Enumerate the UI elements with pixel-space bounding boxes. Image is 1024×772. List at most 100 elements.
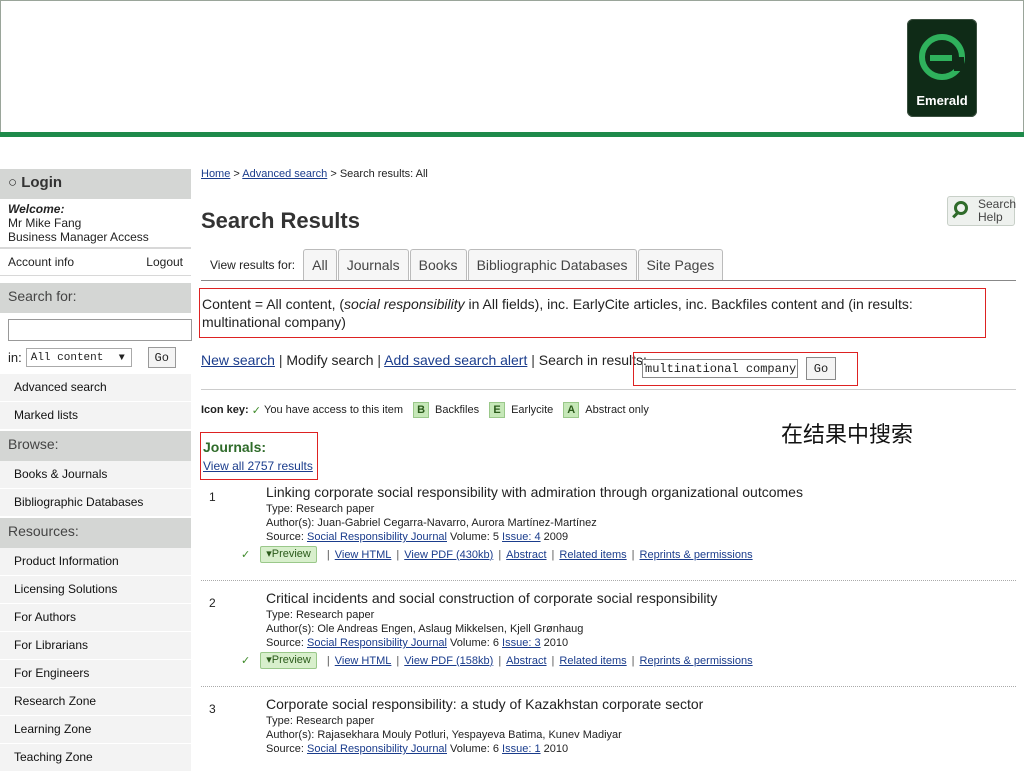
tab-site-pages[interactable]: Site Pages [637,249,724,280]
source-label: Source: [266,637,304,649]
result-divider [201,580,1016,581]
result-source: Source: Social Responsibility Journal Vo… [266,637,568,650]
view-html-link[interactable]: View HTML [335,655,392,667]
icon-key-access: You have access to this item [264,404,404,416]
result-type: Type: Research paper [266,609,375,621]
source-label: Source: [266,743,304,755]
breadcrumb-separator: > [230,168,243,180]
related-items-link[interactable]: Related items [559,655,626,667]
divider [201,389,1016,390]
emerald-logo[interactable]: Emerald [907,19,977,117]
journal-link[interactable]: Social Responsibility Journal [307,637,447,649]
account-info-link[interactable]: Account info [8,255,74,269]
chevron-down-icon: ▼ [118,353,125,364]
emerald-swirl-icon [919,34,965,80]
year-text: 2010 [540,743,569,755]
result-title[interactable]: Linking corporate social responsibility … [266,484,803,500]
preview-button[interactable]: ▾Preview [260,546,317,563]
login-header[interactable]: ○ Login [0,168,191,199]
sidebar-item-research-zone[interactable]: Research Zone [0,688,191,716]
journal-link[interactable]: Social Responsibility Journal [307,531,447,543]
view-pdf-link[interactable]: View PDF (430kb) [404,549,493,561]
reprints-permissions-link[interactable]: Reprints & permissions [640,655,753,667]
sidebar-item-licensing-solutions[interactable]: Licensing Solutions [0,576,191,604]
sidebar-item-marked-lists[interactable]: Marked lists [0,402,191,430]
sidebar-search-input[interactable] [8,319,192,341]
volume-text: Volume: 5 [447,531,503,543]
backfiles-badge-icon: B [413,402,430,418]
in-label: in: [8,350,22,365]
icon-key-earlycite: Earlycite [511,404,554,416]
result-source: Source: Social Responsibility Journal Vo… [266,531,568,544]
search-in-results-go-button[interactable]: Go [806,357,836,380]
sidebar-item-advanced-search[interactable]: Advanced search [0,374,191,402]
result-title[interactable]: Critical incidents and social constructi… [266,590,717,606]
main-content: Home > Advanced search > Search results:… [199,168,1016,755]
breadcrumb: Home > Advanced search > Search results:… [201,168,1016,180]
source-label: Source: [266,531,304,543]
result-type: Type: Research paper [266,715,375,727]
breadcrumb-home-link[interactable]: Home [201,168,230,180]
breadcrumb-advanced-search-link[interactable]: Advanced search [242,168,327,180]
header-band: Emerald [0,0,1024,133]
sidebar-item-bibliographic-databases[interactable]: Bibliographic Databases [0,489,191,517]
icon-key-backfiles: Backfiles [435,404,480,416]
sidebar: ○ Login Welcome: Mr Mike Fang Business M… [0,168,192,772]
modify-search-link[interactable]: Modify search [286,352,373,368]
result-links: ✓ ▾Preview | View HTML | View PDF (430kb… [241,546,753,563]
result-number: 1 [209,490,216,504]
earlycite-badge-icon: E [489,402,506,418]
results-tabs: View results for: All Journals Books Bib… [201,248,1016,281]
result-links: ✓ ▾Preview | View HTML | View PDF (158kb… [241,652,753,669]
tab-books[interactable]: Books [409,249,467,280]
result-authors: Author(s): Juan-Gabriel Cegarra-Navarro,… [266,517,597,529]
welcome-box: Welcome: Mr Mike Fang Business Manager A… [0,199,191,248]
add-saved-search-alert-link[interactable]: Add saved search alert [384,352,527,368]
breadcrumb-separator: > [327,168,340,180]
result-title[interactable]: Corporate social responsibility: a study… [266,696,703,712]
annotation-note: 在结果中搜索 [781,423,914,448]
journals-box: Journals: View all 2757 results [200,432,318,480]
tab-all[interactable]: All [303,249,337,280]
result-type: Type: Research paper [266,503,375,515]
view-all-results-link[interactable]: View all 2757 results [203,459,313,473]
reprints-permissions-link[interactable]: Reprints & permissions [640,549,753,561]
tab-bibliographic-databases[interactable]: Bibliographic Databases [467,249,637,280]
tab-journals[interactable]: Journals [337,249,409,280]
sidebar-item-for-librarians[interactable]: For Librarians [0,632,191,660]
view-html-link[interactable]: View HTML [335,549,392,561]
scope-select[interactable]: All content ▼ [25,348,132,367]
user-name: Mr Mike Fang [8,216,82,230]
icon-key-label: Icon key: [201,404,249,416]
abstract-link[interactable]: Abstract [506,549,546,561]
search-in-results-label: Search in results: [538,352,647,368]
issue-link[interactable]: Issue: 3 [502,637,541,649]
sidebar-item-for-engineers[interactable]: For Engineers [0,660,191,688]
sidebar-go-button[interactable]: Go [147,347,176,368]
related-items-link[interactable]: Related items [559,549,626,561]
issue-link[interactable]: Issue: 4 [502,531,541,543]
sidebar-item-for-authors[interactable]: For Authors [0,604,191,632]
search-actions: New search | Modify search | Add saved s… [201,352,647,368]
search-help-button[interactable]: Search Help [947,196,1016,226]
sidebar-item-learning-zone[interactable]: Learning Zone [0,716,191,744]
year-text: 2010 [540,637,569,649]
access-check-icon: ✓ [241,655,251,667]
account-row: Account info Logout [0,248,191,276]
journal-link[interactable]: Social Responsibility Journal [307,743,447,755]
login-circle-icon: ○ [8,174,18,191]
view-pdf-link[interactable]: View PDF (158kb) [404,655,493,667]
logout-link[interactable]: Logout [146,255,183,269]
sidebar-item-product-information[interactable]: Product Information [0,548,191,576]
search-in-results-input[interactable]: multinational company [642,359,798,378]
new-search-link[interactable]: New search [201,352,275,368]
result-authors: Author(s): Rajasekhara Mouly Potluri, Ye… [266,729,622,741]
access-check-icon: ✓ [251,404,261,417]
result-number: 3 [209,702,216,716]
abstract-link[interactable]: Abstract [506,655,546,667]
sidebar-item-books-journals[interactable]: Books & Journals [0,461,191,489]
result-authors: Author(s): Ole Andreas Engen, Aslaug Mik… [266,623,584,635]
issue-link[interactable]: Issue: 1 [502,743,541,755]
welcome-label: Welcome: [8,202,65,216]
preview-button[interactable]: ▾Preview [260,652,317,669]
